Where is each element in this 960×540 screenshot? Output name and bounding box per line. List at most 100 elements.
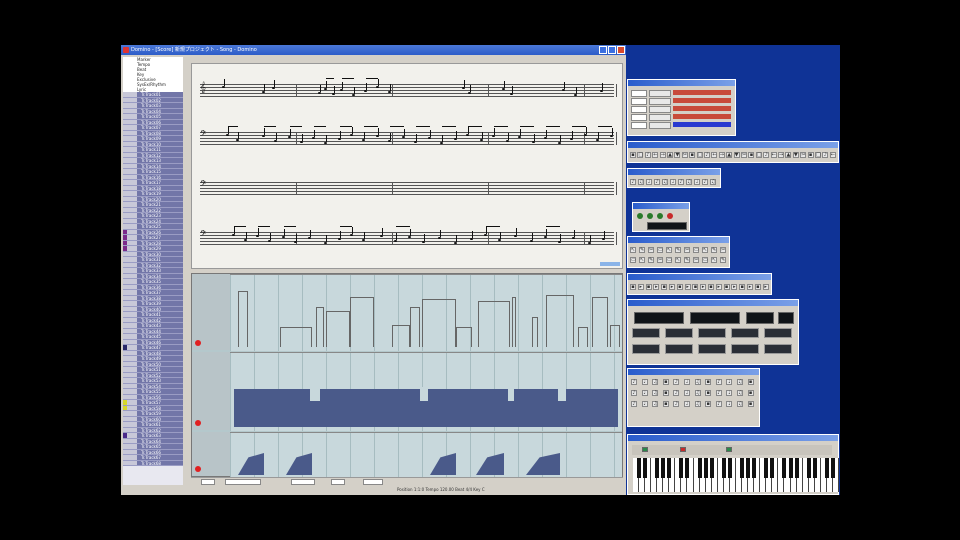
tool-icon[interactable]: ▪ xyxy=(662,390,669,396)
tool-icon[interactable]: ▪ xyxy=(807,152,814,158)
tool-icon[interactable]: ♪ xyxy=(631,379,637,385)
tool-icon[interactable]: ▪ xyxy=(630,152,636,158)
tool-icon[interactable]: ♫ xyxy=(694,401,701,407)
track-list[interactable]: Marker Tempo Beat Key Exclusive SysEx/Rhythm L… xyxy=(123,57,183,493)
tool-icon[interactable]: ♩ xyxy=(646,179,652,185)
black-key[interactable] xyxy=(643,458,648,478)
tool-icon[interactable]: ✂ xyxy=(657,257,663,263)
tool-icon[interactable]: ♪ xyxy=(704,152,710,158)
tool-icon[interactable]: ♪ xyxy=(631,390,637,396)
mixer-input[interactable] xyxy=(649,122,671,129)
tool-icon[interactable]: ▲ xyxy=(726,152,733,158)
tool-icon[interactable]: ♪ xyxy=(673,379,680,385)
tool-icon[interactable]: ♫ xyxy=(662,179,668,185)
tool-icon[interactable]: ♫ xyxy=(694,390,701,396)
tool-icon[interactable]: ▸ xyxy=(637,284,644,290)
tool-icon[interactable]: ♩ xyxy=(694,179,700,185)
tool-icon[interactable]: ▲ xyxy=(785,152,792,158)
tool-icon[interactable]: ▼ xyxy=(792,152,799,158)
tool-icon[interactable]: ♩ xyxy=(684,390,690,396)
tool-icon[interactable]: ↖ xyxy=(666,247,672,253)
tool-icon[interactable]: ♫ xyxy=(652,379,659,385)
tool-icon[interactable]: ♩ xyxy=(726,401,733,407)
black-key[interactable] xyxy=(830,458,835,478)
tool-icon[interactable]: ♪ xyxy=(678,179,684,185)
black-key[interactable] xyxy=(740,458,745,478)
mixer-row[interactable] xyxy=(631,89,734,97)
black-key[interactable] xyxy=(637,458,641,478)
record-icon[interactable] xyxy=(195,466,201,472)
tool-icon[interactable]: ▪ xyxy=(645,284,652,290)
graph-side-0[interactable] xyxy=(192,274,231,350)
tool-icon[interactable]: ♫ xyxy=(652,401,659,407)
tool-icon[interactable]: ♪ xyxy=(630,179,636,185)
track-row[interactable]: Tr.Track68 xyxy=(123,460,183,466)
black-key[interactable] xyxy=(655,458,660,478)
tool-icon[interactable]: ← xyxy=(652,152,659,158)
maximize-icon[interactable] xyxy=(608,46,616,54)
tool-icon[interactable]: ▭ xyxy=(666,257,672,263)
mixer-value[interactable] xyxy=(631,114,647,121)
tool-icon[interactable]: ▪ xyxy=(705,390,712,396)
tool-icon[interactable]: ▼ xyxy=(733,152,740,158)
transport-button[interactable] xyxy=(665,328,693,338)
transport-button[interactable] xyxy=(731,328,759,338)
mixer-input[interactable] xyxy=(649,98,671,105)
tool-icon[interactable]: ♪ xyxy=(715,379,722,385)
tool-icon[interactable]: ✂ xyxy=(800,152,807,158)
tool-icon[interactable]: ♩ xyxy=(684,401,690,407)
tool-icon[interactable]: ♩ xyxy=(641,390,648,396)
mixer-input[interactable] xyxy=(649,90,671,97)
tool-icon[interactable]: ♫ xyxy=(737,401,743,407)
tool-icon[interactable]: ♩ xyxy=(641,379,648,385)
tool-icon[interactable]: ✎ xyxy=(720,257,726,263)
tool-icon[interactable]: → xyxy=(659,152,666,158)
tool-icon[interactable]: ♫ xyxy=(638,179,644,185)
transport-palette[interactable] xyxy=(627,299,799,365)
transport-button[interactable] xyxy=(764,344,792,354)
tool-icon[interactable]: □ xyxy=(696,152,703,158)
black-key[interactable] xyxy=(679,458,684,478)
tool-icon[interactable]: ♩ xyxy=(726,379,733,385)
tool-icon[interactable]: ▪ xyxy=(689,152,696,158)
graph-panel-velocity[interactable] xyxy=(230,274,622,351)
mixer-input[interactable] xyxy=(649,114,671,121)
tool-icon[interactable]: ▭ xyxy=(657,247,663,253)
tool-icon[interactable]: ♫ xyxy=(737,390,743,396)
record-icon[interactable] xyxy=(195,420,201,426)
black-key[interactable] xyxy=(703,458,708,478)
tool-icon[interactable]: ← xyxy=(711,152,718,158)
black-key[interactable] xyxy=(721,458,726,478)
tool-icon[interactable]: ✎ xyxy=(675,247,681,253)
mixer-value[interactable] xyxy=(631,98,647,105)
tool-icon[interactable]: ▪ xyxy=(676,284,683,290)
tool-icon[interactable]: ♪ xyxy=(644,152,651,158)
tool-icon[interactable]: ▪ xyxy=(747,379,754,385)
piano-keyboard[interactable] xyxy=(633,458,839,492)
tool-icon[interactable]: ♪ xyxy=(715,401,722,407)
tool-icon[interactable]: ↖ xyxy=(702,247,708,253)
track-mixer-palette[interactable] xyxy=(627,79,736,136)
mixer-row[interactable] xyxy=(631,113,734,121)
tool-icon[interactable]: ▼ xyxy=(674,152,681,158)
tool-icon[interactable]: ✎ xyxy=(711,247,717,253)
black-key[interactable] xyxy=(685,458,690,478)
black-key[interactable] xyxy=(812,458,817,478)
tool-icon[interactable]: ✂ xyxy=(720,247,726,253)
tool-icon[interactable]: ↖ xyxy=(675,257,681,263)
tool-icon[interactable]: ♩ xyxy=(726,390,733,396)
black-key[interactable] xyxy=(770,458,775,478)
controller-graph[interactable] xyxy=(191,273,623,477)
black-key[interactable] xyxy=(667,458,672,478)
record-icon[interactable] xyxy=(195,340,201,346)
mixer-value[interactable] xyxy=(631,90,647,97)
palette-title[interactable] xyxy=(628,80,735,86)
tool-icon[interactable]: ▸ xyxy=(653,284,660,290)
black-key[interactable] xyxy=(697,458,702,478)
mixer-input[interactable] xyxy=(649,106,671,113)
tool-icon[interactable]: ✎ xyxy=(684,257,690,263)
tool-icon[interactable]: ▪ xyxy=(708,284,714,290)
tool-icon[interactable]: ← xyxy=(770,152,777,158)
tool-icon[interactable]: ▪ xyxy=(723,284,730,290)
tool-icon[interactable]: ♪ xyxy=(702,179,708,185)
